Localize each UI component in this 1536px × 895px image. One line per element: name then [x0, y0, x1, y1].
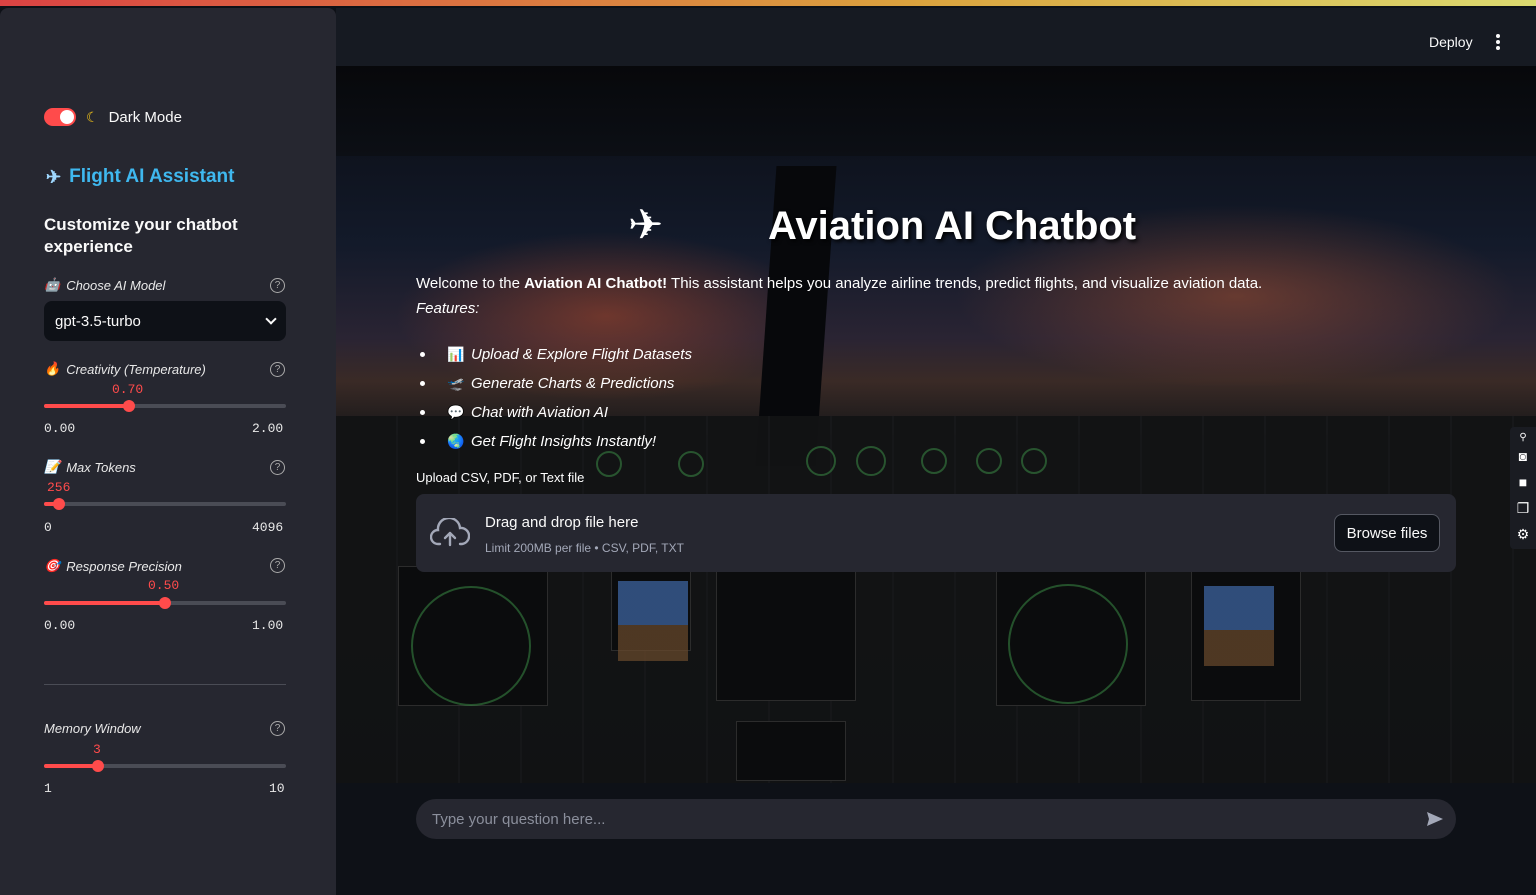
airplane-icon: ✈ — [46, 166, 62, 187]
target-icon: 🎯 — [44, 558, 61, 573]
precision-slider[interactable] — [44, 597, 286, 609]
airplane-icon: ✈ — [628, 201, 664, 248]
precision-max: 1.00 — [252, 618, 284, 633]
dark-mode-toggle-row: ☾ Dark Mode — [44, 108, 182, 126]
welcome-text: Welcome to the Aviation AI Chatbot! This… — [416, 275, 1262, 292]
brand-title: Flight AI Assistant — [69, 166, 235, 187]
chevron-down-icon — [265, 313, 277, 325]
dark-mode-toggle[interactable] — [44, 108, 76, 126]
chat-input[interactable] — [432, 799, 1412, 839]
file-dropzone[interactable]: Drag and drop file here Limit 200MB per … — [416, 494, 1456, 572]
speech-bubble-icon: 💬 — [447, 404, 465, 420]
memory-label-row: Memory Window — [44, 721, 141, 736]
feature-text: Chat with Aviation AI — [471, 404, 609, 421]
model-help-icon[interactable]: ? — [270, 278, 285, 293]
video-icon[interactable]: ■ — [1515, 475, 1531, 489]
max-tokens-help-icon[interactable]: ? — [270, 460, 285, 475]
toggle-knob — [60, 110, 74, 124]
airplane-departure-icon: 🛫 — [447, 375, 465, 391]
list-item: 💬 Chat with Aviation AI — [418, 398, 692, 427]
temperature-value: 0.70 — [112, 382, 144, 397]
feature-text: Get Flight Insights Instantly! — [471, 433, 657, 450]
slider-fill — [44, 764, 98, 768]
chart-icon: 📊 — [447, 346, 465, 362]
upload-label: Upload CSV, PDF, or Text file — [416, 470, 585, 485]
max-tokens-min: 0 — [44, 520, 52, 535]
dropzone-title: Drag and drop file here — [485, 514, 639, 531]
fire-icon: 🔥 — [44, 361, 61, 376]
model-select-value: gpt-3.5-turbo — [55, 312, 141, 330]
model-select[interactable]: gpt-3.5-turbo — [44, 301, 286, 341]
precision-min: 0.00 — [44, 618, 76, 633]
memo-icon: 📝 — [44, 459, 61, 474]
dark-mode-label: Dark Mode — [108, 108, 182, 126]
precision-label: Response Precision — [66, 558, 182, 574]
temperature-min: 0.00 — [44, 421, 76, 436]
top-decoration-bar — [0, 0, 1536, 6]
model-label: Choose AI Model — [66, 277, 166, 293]
sidebar-subtitle: Customize your chatbot experience — [44, 215, 238, 256]
slider-thumb[interactable] — [159, 597, 171, 609]
feature-text: Generate Charts & Predictions — [471, 375, 675, 392]
brand-title-row: ✈ Flight AI Assistant — [46, 166, 234, 188]
floating-toolbar: ⚲ ◙ ■ ❐ ⚙ — [1510, 427, 1536, 549]
dropzone-limit: Limit 200MB per file • CSV, PDF, TXT — [485, 541, 684, 555]
feature-text: Upload & Explore Flight Datasets — [471, 346, 692, 363]
list-item: 🛫 Generate Charts & Predictions — [418, 369, 692, 398]
temperature-max: 2.00 — [252, 421, 284, 436]
list-item: 🌏 Get Flight Insights Instantly! — [418, 427, 692, 456]
globe-icon: 🌏 — [447, 433, 465, 449]
max-tokens-label-row: 📝 Max Tokens — [44, 459, 136, 475]
send-icon[interactable] — [1426, 811, 1444, 827]
gear-icon[interactable]: ⚙ — [1515, 527, 1531, 541]
slider-fill — [44, 404, 129, 408]
memory-max: 10 — [269, 781, 285, 796]
temperature-label: Creativity (Temperature) — [66, 361, 206, 377]
slider-thumb[interactable] — [122, 400, 135, 412]
max-tokens-max: 4096 — [252, 520, 284, 535]
app-header — [336, 8, 1536, 66]
page-title: Aviation AI Chatbot — [768, 204, 1137, 248]
model-label-row: 🤖 Choose AI Model — [44, 277, 165, 293]
browse-files-button[interactable]: Browse files — [1334, 514, 1440, 552]
memory-slider[interactable] — [44, 760, 286, 772]
memory-min: 1 — [44, 781, 52, 796]
deploy-button[interactable]: Deploy — [1429, 34, 1473, 50]
temperature-slider[interactable] — [44, 400, 286, 412]
max-tokens-slider[interactable] — [44, 498, 286, 510]
memory-value: 3 — [93, 742, 101, 757]
memory-help-icon[interactable]: ? — [270, 721, 285, 736]
slider-fill — [44, 601, 165, 605]
temperature-label-row: 🔥 Creativity (Temperature) — [44, 361, 206, 377]
temperature-help-icon[interactable]: ? — [270, 362, 285, 377]
memory-label: Memory Window — [44, 721, 141, 736]
welcome-bold: Aviation AI Chatbot! — [524, 275, 668, 292]
cloud-upload-icon — [430, 518, 470, 547]
chat-input-bar — [416, 799, 1456, 839]
slider-thumb[interactable] — [91, 760, 104, 772]
precision-label-row: 🎯 Response Precision — [44, 558, 182, 574]
sidebar-divider — [44, 684, 286, 685]
list-item: 📊 Upload & Explore Flight Datasets — [418, 340, 692, 369]
precision-value: 0.50 — [148, 578, 180, 593]
link-icon[interactable]: ⚲ — [1515, 431, 1531, 445]
main-menu-icon[interactable] — [1496, 34, 1500, 52]
features-list: 📊 Upload & Explore Flight Datasets 🛫 Gener… — [418, 340, 692, 456]
copy-icon[interactable]: ❐ — [1515, 501, 1531, 515]
moon-icon: ☾ — [86, 108, 99, 125]
sidebar — [0, 8, 336, 895]
max-tokens-value: 256 — [47, 480, 71, 495]
welcome-prefix: Welcome to the — [416, 275, 525, 292]
camera-icon[interactable]: ◙ — [1515, 449, 1531, 463]
features-label: Features: — [416, 300, 480, 317]
robot-icon: 🤖 — [44, 277, 61, 292]
welcome-suffix: This assistant helps you analyze airline… — [667, 275, 1263, 292]
max-tokens-label: Max Tokens — [66, 459, 136, 475]
precision-help-icon[interactable]: ? — [270, 558, 285, 573]
